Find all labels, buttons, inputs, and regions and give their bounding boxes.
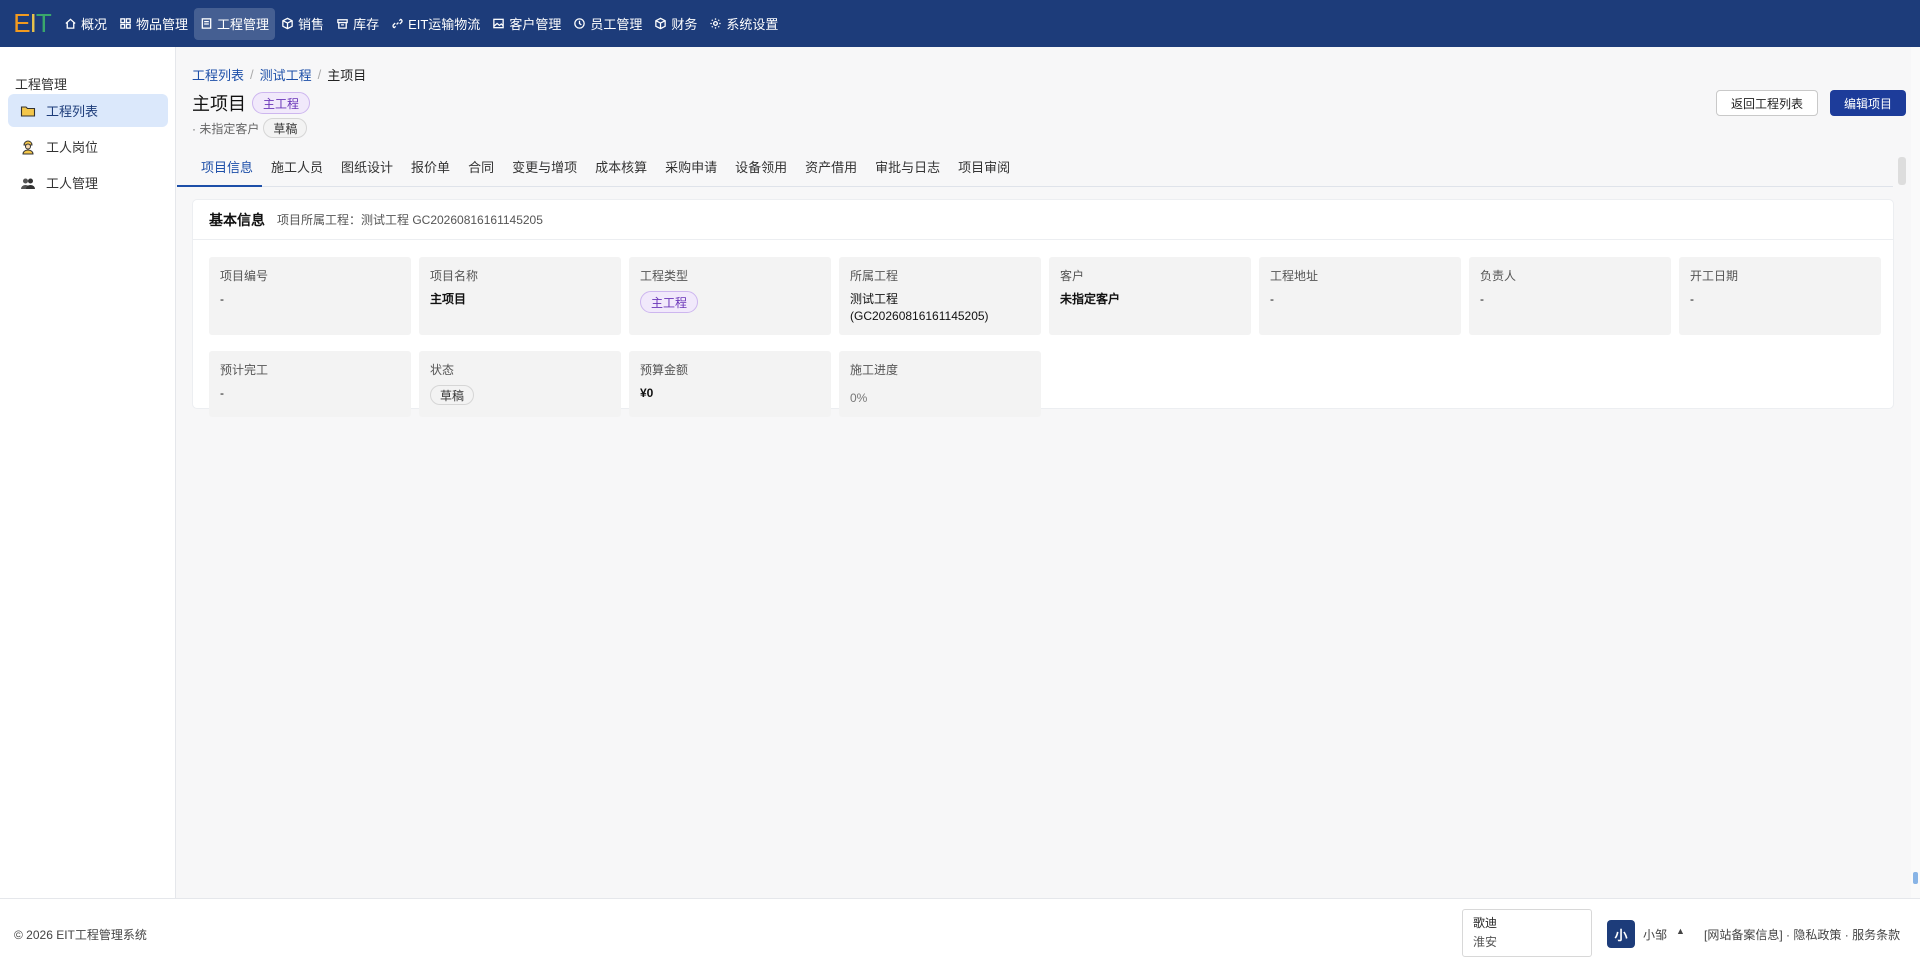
nav-sales[interactable]: 销售 (275, 8, 330, 40)
field-parent-project: 所属工程 测试工程 (GC20260816161145205) (839, 257, 1041, 335)
top-navbar: EIT 概况 物品管理 工程管理 销售 库存 EIT运输物流 客户管理 员工管理… (0, 0, 1920, 47)
nav-inventory[interactable]: 库存 (330, 8, 385, 40)
caret-up-icon[interactable]: ▲ (1676, 926, 1685, 936)
user-org-line2: 淮安 (1473, 935, 1498, 949)
nav-logistics[interactable]: EIT运输物流 (385, 8, 486, 40)
nav-settings[interactable]: 系统设置 (703, 8, 784, 40)
breadcrumb: 工程列表 / 测试工程 / 主项目 (192, 65, 367, 84)
tab-contract[interactable]: 合同 (459, 159, 503, 187)
project-type-tag: 主工程 (252, 92, 311, 114)
logo-letter-e: E (13, 8, 30, 38)
sidebar: 工程管理 工程列表 工人岗位 工人管理 (0, 47, 176, 898)
sidebar-item-project-list[interactable]: 工程列表 (8, 94, 168, 127)
field-start-date: 开工日期 - (1679, 257, 1881, 335)
sidebar-item-worker-positions[interactable]: 工人岗位 (8, 130, 168, 163)
breadcrumb-current: 主项目 (327, 68, 367, 83)
tab-asset-borrow[interactable]: 资产借用 (796, 159, 866, 187)
logo-letter-t: T (35, 8, 52, 38)
beian-link[interactable]: [网站备案信息] (1704, 928, 1783, 942)
field-progress: 施工进度 0% (839, 351, 1041, 417)
customer-text: · 未指定客户 (192, 121, 260, 136)
user-org-line1: 歌迪 (1473, 916, 1498, 930)
edit-project-button[interactable]: 编辑项目 (1829, 90, 1906, 116)
page-scrollbar[interactable] (1911, 47, 1920, 898)
page-title-row: 主项目 主工程 (192, 90, 311, 116)
card-header: 基本信息 项目所属工程：测试工程 GC20260816161145205 (193, 200, 1893, 240)
footer-links: [网站备案信息] · 隐私政策 · 服务条款 (1704, 928, 1901, 942)
page-subtitle: · 未指定客户 草稿 (192, 118, 308, 138)
tab-cost-accounting[interactable]: 成本核算 (586, 159, 656, 187)
field-customer: 客户 未指定客户 (1049, 257, 1251, 335)
tab-changes[interactable]: 变更与增项 (503, 159, 586, 187)
page-title: 主项目 (192, 94, 246, 114)
nav-engineering[interactable]: 工程管理 (194, 7, 276, 40)
status-field-badge: 草稿 (430, 385, 475, 405)
main-content: 工程列表 / 测试工程 / 主项目 主项目 主工程 · 未指定客户 草稿 返回工… (177, 47, 1906, 898)
tab-equipment[interactable]: 设备领用 (726, 159, 796, 187)
tab-project-review[interactable]: 项目审阅 (949, 159, 1019, 187)
archive-icon (337, 19, 348, 29)
group-icon (21, 178, 35, 189)
field-project-number: 项目编号 - (209, 257, 411, 335)
nav-staff[interactable]: 员工管理 (567, 8, 648, 40)
field-status: 状态 草稿 (419, 351, 621, 417)
main-nav: 概况 物品管理 工程管理 销售 库存 EIT运输物流 客户管理 员工管理 财务 … (58, 0, 784, 47)
privacy-link[interactable]: 隐私政策 (1793, 928, 1841, 942)
field-owner: 负责人 - (1469, 257, 1671, 335)
tabs-scrollbar[interactable] (1898, 157, 1906, 185)
grid-icon (120, 18, 131, 29)
sidebar-item-worker-management[interactable]: 工人管理 (8, 166, 168, 199)
tab-drawings[interactable]: 图纸设计 (332, 159, 402, 187)
scrollbar-thumb[interactable] (1913, 872, 1918, 884)
project-type-badge: 主工程 (640, 291, 699, 313)
tab-quotation[interactable]: 报价单 (402, 159, 459, 187)
breadcrumb-project-list[interactable]: 工程列表 (192, 65, 244, 84)
basic-info-card: 基本信息 项目所属工程：测试工程 GC20260816161145205 项目编… (192, 199, 1894, 417)
clock-icon (574, 18, 586, 29)
copyright: © 2026 EIT工程管理系统 (14, 928, 147, 942)
field-address: 工程地址 - (1259, 257, 1461, 335)
nav-overview[interactable]: 概况 (58, 8, 113, 40)
field-project-type: 工程类型 主工程 (629, 257, 831, 335)
breadcrumb-test-project[interactable]: 测试工程 (260, 65, 312, 84)
nav-items[interactable]: 物品管理 (113, 8, 194, 40)
back-to-list-button[interactable]: 返回工程列表 (1715, 90, 1818, 116)
tab-construction-staff[interactable]: 施工人员 (262, 159, 332, 187)
nav-customers[interactable]: 客户管理 (486, 8, 567, 40)
username[interactable]: 小邹 (1643, 926, 1667, 943)
sidebar-title: 工程管理 (15, 77, 68, 92)
field-expected-completion: 预计完工 - (209, 351, 411, 417)
box-icon (282, 17, 293, 30)
field-budget: 预算金额 ¥0 (629, 351, 831, 417)
home-icon (65, 18, 76, 29)
tab-purchase-request[interactable]: 采购申请 (656, 159, 726, 187)
user-org-box[interactable]: 歌迪 淮安 (1462, 909, 1592, 957)
folder-icon (20, 105, 36, 117)
footer: © 2026 EIT工程管理系统 歌迪 淮安 小 小邹 ▲ [网站备案信息] ·… (0, 898, 1920, 958)
link-icon (392, 18, 403, 29)
tab-approval-log[interactable]: 审批与日志 (866, 159, 949, 187)
card-title: 基本信息 (209, 211, 265, 228)
project-tabs: 项目信息 施工人员 图纸设计 报价单 合同 变更与增项 成本核算 采购申请 设备… (177, 159, 1893, 187)
settings-icon (710, 18, 721, 29)
field-project-name: 项目名称 主项目 (419, 257, 621, 335)
document-icon (201, 18, 212, 29)
nav-finance[interactable]: 财务 (648, 8, 703, 40)
app-logo[interactable]: EIT (6, 0, 58, 47)
tab-project-info[interactable]: 项目信息 (177, 159, 263, 187)
card-meta: 项目所属工程：测试工程 GC20260816161145205 (277, 213, 543, 227)
worker-icon (22, 140, 34, 154)
status-badge: 草稿 (263, 118, 308, 138)
terms-link[interactable]: 服务条款 (1852, 928, 1900, 942)
cube-icon (655, 17, 667, 30)
image-icon (493, 18, 505, 29)
avatar[interactable]: 小 (1607, 920, 1635, 948)
